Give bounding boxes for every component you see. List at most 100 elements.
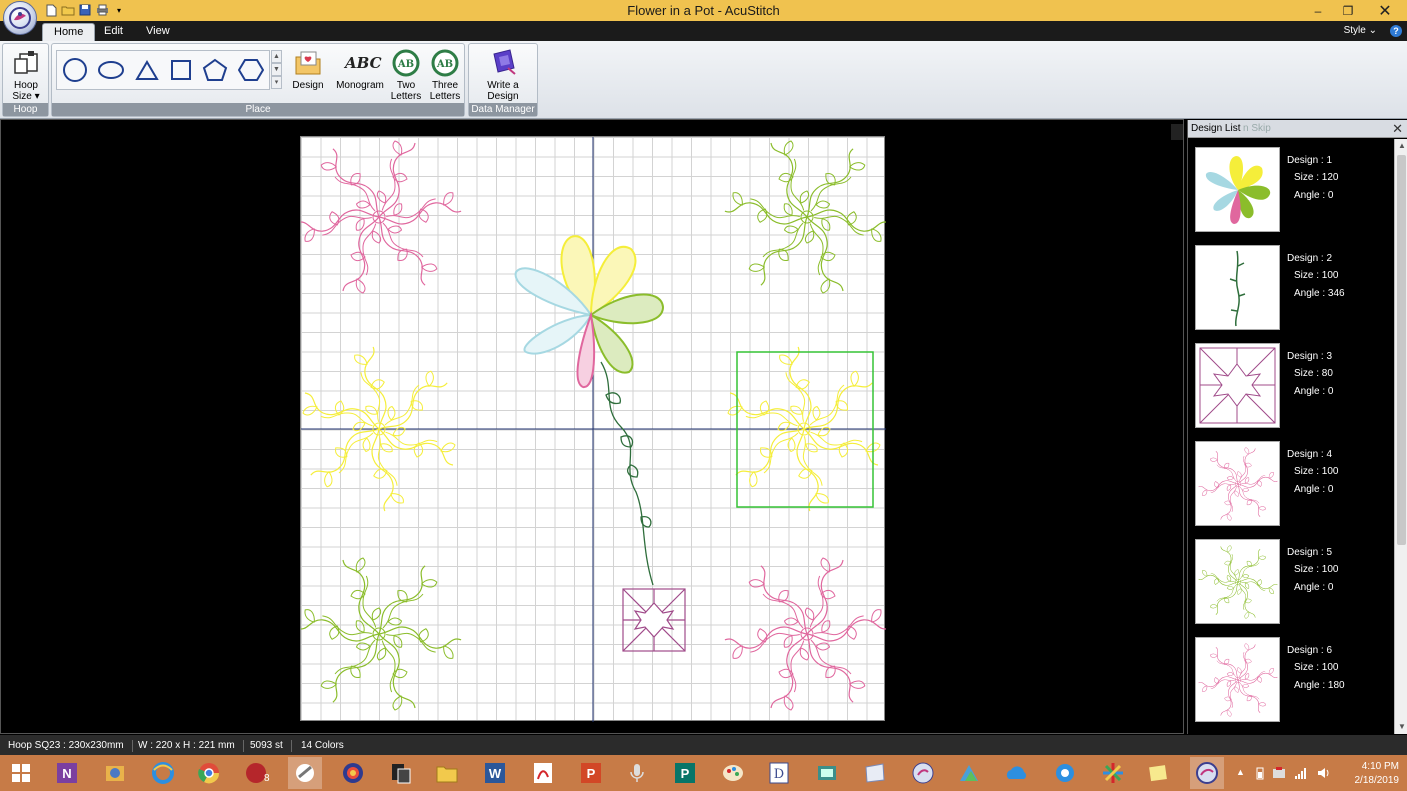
canvas-scroll-stub <box>1171 124 1183 140</box>
design-list-item[interactable]: Design : 2 Size : 100 Angle : 346 <box>1195 245 1391 333</box>
window-controls: – ❐ ✕ <box>1303 0 1407 21</box>
hexagon-shape-icon[interactable] <box>238 58 265 82</box>
hoop-size-button[interactable]: Hoop Size ▾ <box>7 48 45 102</box>
design-button[interactable]: Design <box>289 48 327 91</box>
design-list-item[interactable]: Design : 3 Size : 80 Angle : 0 <box>1195 343 1391 431</box>
hoop-group-label: Hoop <box>3 103 48 116</box>
pbp-8-icon[interactable]: 8 <box>240 757 274 789</box>
app-17-icon[interactable]: D <box>762 757 796 789</box>
scroll-down-icon[interactable]: ▼ <box>1395 720 1407 734</box>
monogram-abc-icon: ABC <box>345 54 382 72</box>
hoop-canvas[interactable] <box>300 136 886 722</box>
design-list-item[interactable]: Design : 5 Size : 100 Angle : 0 <box>1195 539 1391 627</box>
close-button[interactable]: ✕ <box>1363 0 1407 21</box>
design-list-scrollbar[interactable]: ▲ ▼ <box>1394 139 1407 734</box>
file-explorer-icon[interactable] <box>430 757 464 789</box>
svg-text:P: P <box>587 766 596 781</box>
app-18-icon[interactable] <box>810 757 844 789</box>
panel-close-icon[interactable]: ✕ <box>1392 121 1403 137</box>
app-menu-logo-icon[interactable] <box>3 1 37 35</box>
two-letters-button[interactable]: AB Two Letters <box>389 48 423 102</box>
tab-edit[interactable]: Edit <box>93 23 134 41</box>
gallery-scroll-down-icon[interactable]: ▼ <box>271 63 282 76</box>
monogram-button[interactable]: ABC Monogram <box>334 48 386 91</box>
gallery-scroll-up-icon[interactable]: ▲ <box>271 50 282 63</box>
app-9-icon[interactable] <box>384 757 418 789</box>
internet-explorer-icon[interactable] <box>146 757 180 789</box>
design-list-header: Design List n Skip ✕ <box>1188 120 1407 138</box>
svg-text:AB: AB <box>436 59 453 70</box>
hoop-size-label: Hoop Size <box>12 80 38 102</box>
circle-shape-icon[interactable] <box>62 57 88 83</box>
app-23-icon[interactable] <box>1096 757 1130 789</box>
sticky-notes-icon[interactable] <box>1142 757 1176 789</box>
ellipse-shape-icon[interactable] <box>97 59 125 81</box>
style-menu[interactable]: Style ⌄ <box>1344 25 1377 36</box>
write-design-card-icon <box>493 49 516 75</box>
wifi-signal-icon[interactable] <box>1294 766 1308 783</box>
clock-time[interactable]: 4:10 PM <box>1329 761 1399 772</box>
windows-start-icon[interactable] <box>4 757 38 789</box>
svg-text:N: N <box>62 766 71 781</box>
design-list-item[interactable]: Design : 6 Size : 100 Angle : 180 <box>1195 637 1391 725</box>
status-dimensions: W : 220 x H : 221 mm <box>130 740 244 752</box>
app-19-icon[interactable] <box>858 757 892 789</box>
chrome-icon[interactable] <box>192 757 226 789</box>
design-name: Design : 4 <box>1287 449 1333 460</box>
onenote-icon[interactable]: N <box>50 757 84 789</box>
word-icon[interactable]: W <box>478 757 512 789</box>
paint-icon[interactable] <box>716 757 750 789</box>
app-20-icon[interactable] <box>906 757 940 789</box>
app-8-icon[interactable] <box>336 757 370 789</box>
gallery-expand-icon[interactable]: ▾ <box>271 76 282 89</box>
onedrive-icon[interactable] <box>1000 757 1034 789</box>
design-angle: Angle : 0 <box>1294 190 1334 201</box>
tab-view[interactable]: View <box>135 23 181 41</box>
design-lime-swirl-bottom-left[interactable] <box>301 558 467 710</box>
square-shape-icon[interactable] <box>169 58 193 82</box>
status-stitches: 5093 st <box>242 740 292 752</box>
design-name: Design : 6 <box>1287 645 1333 656</box>
write-a-design-button[interactable]: Write a Design <box>475 48 531 102</box>
microphone-icon[interactable] <box>620 757 654 789</box>
tab-home[interactable]: Home <box>42 23 96 41</box>
design-1-thumbnail <box>1195 147 1280 232</box>
design-list-panel: Design List n Skip ✕ Design : 1 Size : 1… <box>1187 120 1407 734</box>
acustitch-tools-icon[interactable] <box>288 757 322 789</box>
triangle-shape-icon[interactable] <box>135 59 159 81</box>
battery-icon[interactable] <box>1256 766 1264 783</box>
acrobat-icon[interactable] <box>526 757 560 789</box>
pentagon-shape-icon[interactable] <box>202 58 228 82</box>
design-1-flower[interactable] <box>514 235 665 388</box>
scroll-up-icon[interactable]: ▲ <box>1395 139 1407 153</box>
help-icon[interactable]: ? <box>1390 25 1402 37</box>
app-3-icon[interactable] <box>98 757 132 789</box>
design-list-item[interactable]: Design : 1 Size : 120 Angle : 0 <box>1195 147 1391 235</box>
three-letters-wreath-icon: AB <box>431 49 459 77</box>
design-4-thumbnail <box>1195 441 1280 526</box>
status-bar: Hoop SQ23 : 230x230mm W : 220 x H : 221 … <box>0 735 1407 755</box>
publisher-icon[interactable]: P <box>668 757 702 789</box>
app-21-icon[interactable] <box>952 757 986 789</box>
design-4-pink-swirl[interactable] <box>301 141 467 293</box>
volume-icon[interactable] <box>1316 766 1330 783</box>
minimize-button[interactable]: – <box>1303 0 1333 21</box>
scrollbar-thumb[interactable] <box>1397 155 1406 545</box>
network-adapter-icon[interactable] <box>1272 766 1286 783</box>
window-title: Flower in a Pot - AcuStitch <box>627 3 780 18</box>
settings-icon[interactable] <box>1048 757 1082 789</box>
ribbon-tab-strip: Home Edit View Style ⌄ ? <box>0 21 1407 41</box>
design-3-pot[interactable] <box>622 588 686 652</box>
powerpoint-icon[interactable]: P <box>574 757 608 789</box>
three-letters-button[interactable]: AB Three Letters <box>426 48 464 102</box>
design-5-lime-swirl[interactable] <box>719 141 886 293</box>
clock-date[interactable]: 2/18/2019 <box>1329 775 1400 786</box>
restore-button[interactable]: ❐ <box>1333 0 1363 21</box>
status-colors: 14 Colors <box>301 740 344 751</box>
design-6-pink-swirl[interactable] <box>719 558 886 710</box>
taskbar: N 8 W P P D ▲ 4:10 PM 2/18/2019 <box>0 755 1407 791</box>
acustitch-icon[interactable] <box>1190 757 1224 789</box>
show-hidden-icons-icon[interactable]: ▲ <box>1236 767 1245 777</box>
design-2-stem[interactable] <box>600 361 654 586</box>
design-list-item[interactable]: Design : 4 Size : 100 Angle : 0 <box>1195 441 1391 529</box>
